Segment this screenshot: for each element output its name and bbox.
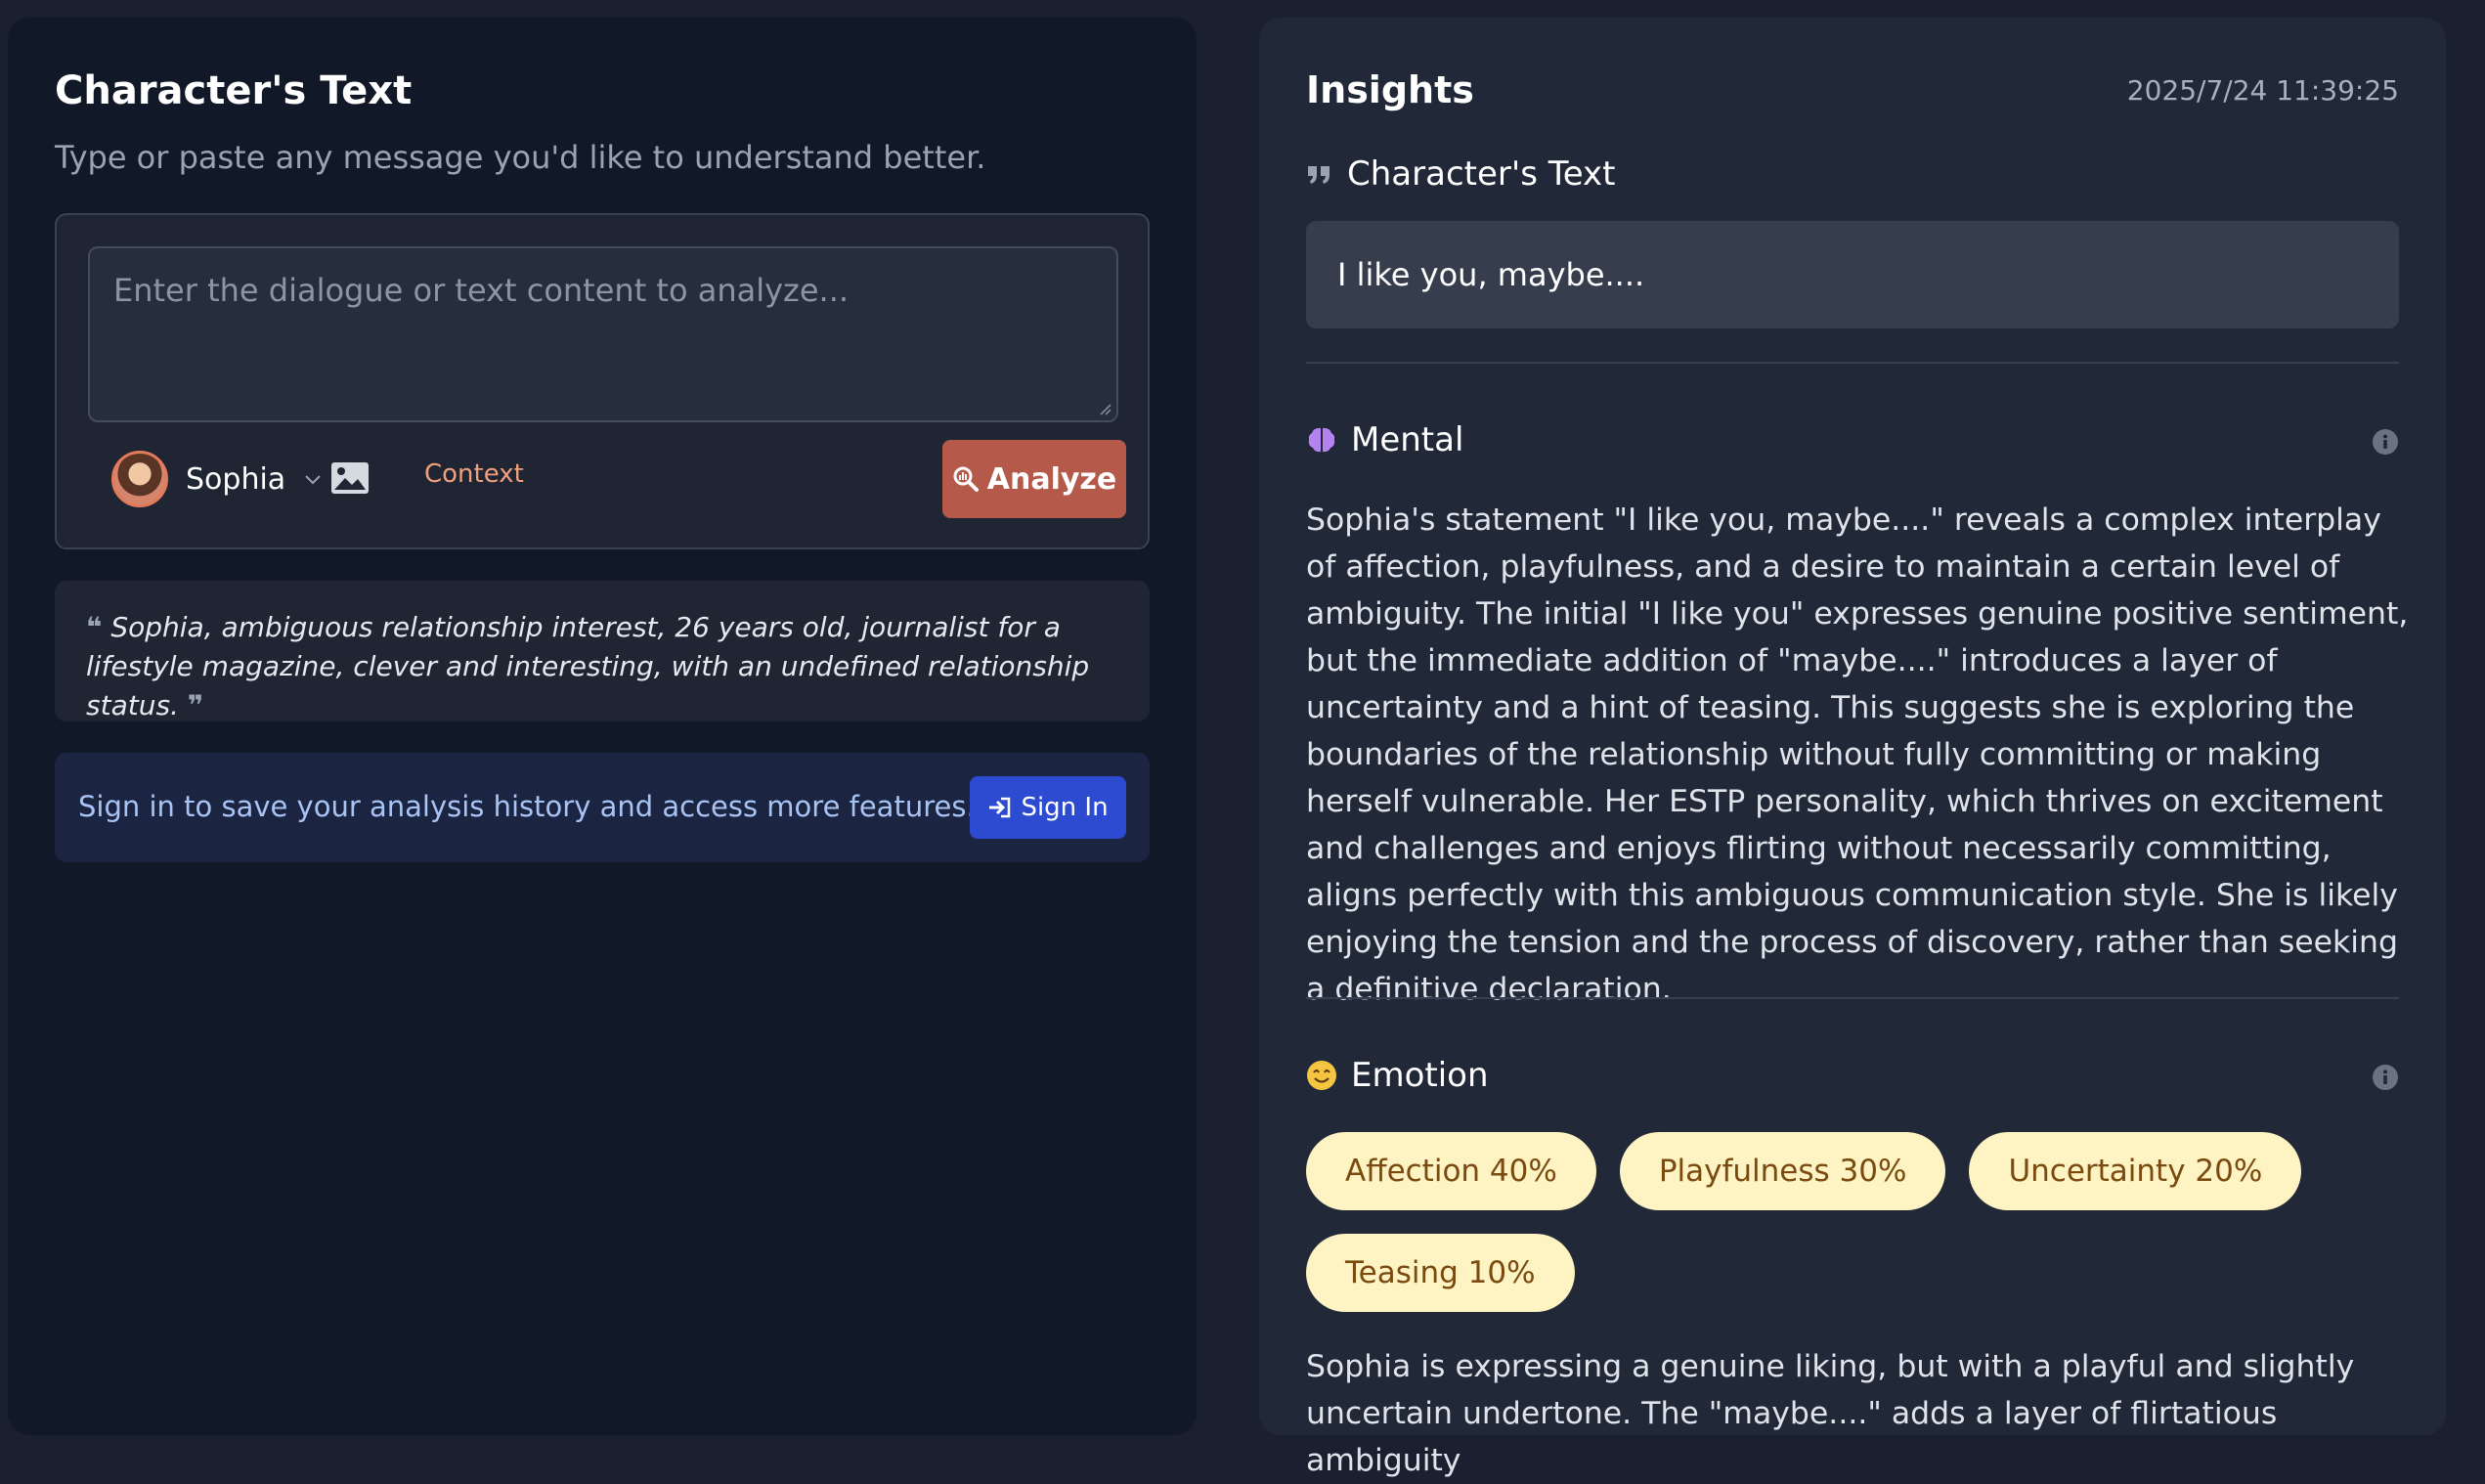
quote-close-icon: ❞ [187, 689, 204, 721]
emotion-section-header: Emotion [1306, 1056, 1489, 1095]
signin-prompt: Sign in to save your analysis history an… [78, 790, 976, 823]
analyze-label: Analyze [986, 461, 1117, 497]
emotion-chip: Playfulness 30% [1619, 1132, 1946, 1210]
insights-panel: Insights 2025/7/24 11:39:25 Character's … [1259, 18, 2446, 1478]
character-quote: I like you, maybe.... [1337, 256, 1645, 293]
emotion-analysis-text: Sophia is expressing a genuine liking, b… [1306, 1349, 2355, 1478]
character-context-card: ❝ Sophia, ambiguous relationship interes… [55, 581, 1150, 721]
smiley-icon [1307, 1061, 1336, 1090]
quote-section-header: Character's Text [1306, 154, 1616, 194]
character-description: Sophia, ambiguous relationship interest,… [86, 611, 1090, 721]
insights-title: Insights [1306, 68, 1474, 111]
character-quote-box: I like you, maybe.... [1306, 221, 2399, 328]
emotion-chip: Affection 40% [1306, 1132, 1596, 1210]
emotion-chips: Affection 40% Playfulness 30% Uncertaint… [1306, 1132, 2411, 1312]
quote-section-title: Character's Text [1347, 154, 1616, 194]
mental-title: Mental [1351, 420, 1464, 459]
context-button[interactable]: Context [424, 459, 524, 489]
search-analyze-icon [953, 466, 979, 492]
input-panel: Character's Text Type or paste any messa… [8, 18, 1197, 1435]
input-card: Enter the dialogue or text content to an… [55, 213, 1150, 549]
sign-in-icon [989, 797, 1011, 818]
signin-label: Sign In [1021, 793, 1109, 822]
brain-icon [1308, 427, 1335, 453]
image-upload-icon[interactable] [330, 461, 370, 495]
divider [1306, 997, 2399, 999]
mental-section-header: Mental [1306, 420, 1463, 459]
signin-banner: Sign in to save your analysis history an… [55, 753, 1150, 862]
chevron-down-icon [305, 475, 321, 485]
dialogue-textarea[interactable]: Enter the dialogue or text content to an… [88, 246, 1118, 422]
divider [1306, 362, 2399, 364]
insights-timestamp: 2025/7/24 11:39:25 [2126, 74, 2399, 107]
quote-open-icon: ❝ [86, 611, 103, 643]
emotion-info-icon[interactable] [2372, 1064, 2399, 1091]
mental-info-icon[interactable] [2372, 428, 2399, 456]
avatar [111, 451, 168, 507]
analyze-button[interactable]: Analyze [942, 440, 1126, 518]
emotion-chip: Teasing 10% [1306, 1234, 1575, 1312]
signin-button[interactable]: Sign In [970, 776, 1126, 839]
quote-icon [1308, 166, 1330, 184]
emotion-title: Emotion [1351, 1056, 1489, 1095]
character-name: Sophia [186, 461, 286, 497]
input-panel-title: Character's Text [55, 68, 413, 113]
emotion-chip: Uncertainty 20% [1969, 1132, 2302, 1210]
mental-analysis-text: Sophia's statement "I like you, maybe...… [1306, 502, 2409, 1007]
input-panel-subtitle: Type or paste any message you'd like to … [55, 139, 986, 176]
resize-handle-icon[interactable] [1097, 401, 1112, 416]
character-selector[interactable]: Sophia [111, 450, 325, 508]
